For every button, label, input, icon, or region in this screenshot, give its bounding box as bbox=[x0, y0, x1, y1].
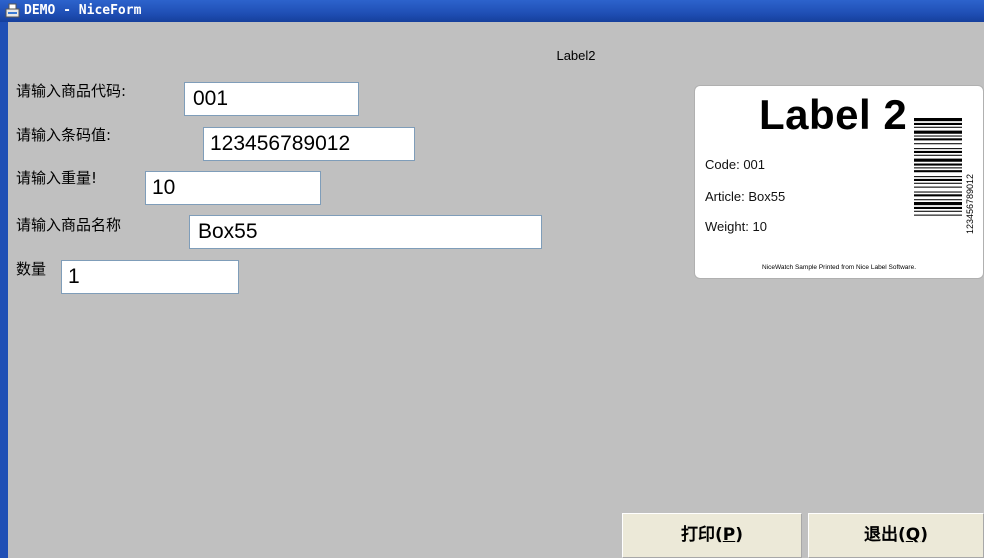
product-name-label: 请输入商品名称 bbox=[16, 216, 122, 234]
print-button-label-close: ) bbox=[735, 525, 744, 545]
product-code-input[interactable]: 001 bbox=[184, 82, 359, 116]
print-button[interactable]: 打印(P) bbox=[622, 513, 802, 558]
print-button-label: 打印( bbox=[680, 525, 723, 545]
barcode-bar bbox=[914, 178, 962, 181]
label-preview: Label 2 Code: 001 Article: Box55 Weight:… bbox=[695, 86, 983, 278]
barcode-bar bbox=[914, 167, 962, 169]
barcode-bar bbox=[914, 138, 962, 141]
label-preview-weight-value: 10 bbox=[752, 219, 767, 234]
barcode-bar bbox=[914, 118, 962, 122]
barcode-bar bbox=[914, 206, 962, 209]
barcode-value-input[interactable]: 123456789012 bbox=[203, 127, 415, 161]
print-button-hotkey: P bbox=[722, 525, 736, 545]
barcode-bar bbox=[914, 182, 962, 184]
window-left-edge bbox=[0, 22, 8, 558]
label-preview-weight-row: Weight: 10 bbox=[705, 219, 767, 234]
label-preview-title: Label 2 bbox=[759, 91, 908, 138]
title-bar[interactable]: DEMO - NiceForm bbox=[0, 0, 984, 22]
quantity-input[interactable]: 1 bbox=[61, 260, 239, 294]
barcode-bar bbox=[914, 163, 962, 166]
barcode-graphic bbox=[914, 118, 962, 216]
label-preview-code-key: Code: bbox=[705, 157, 740, 172]
barcode-bar bbox=[914, 199, 962, 201]
barcode-bar bbox=[914, 130, 962, 134]
barcode-bar bbox=[914, 158, 962, 162]
form-caption: Label2 bbox=[556, 48, 596, 63]
label-preview-article-value: Box55 bbox=[748, 189, 786, 204]
barcode-bar bbox=[914, 191, 962, 193]
barcode-bar bbox=[914, 214, 962, 216]
weight-label: 请输入重量! bbox=[16, 169, 98, 187]
window-title: DEMO - NiceForm bbox=[24, 3, 142, 18]
barcode-bar bbox=[914, 126, 962, 128]
exit-button-label-close: ) bbox=[920, 525, 928, 545]
label-preview-code-row: Code: 001 bbox=[705, 157, 765, 172]
label-preview-article-key: Article: bbox=[705, 189, 745, 204]
barcode-bar bbox=[914, 150, 962, 153]
quantity-label: 数量 bbox=[16, 260, 47, 278]
barcode-bar bbox=[914, 148, 962, 150]
barcode-bar bbox=[914, 143, 962, 145]
exit-button-hotkey: Q bbox=[905, 525, 921, 545]
barcode-bar bbox=[914, 154, 962, 156]
barcode-number-text: 123456789012 bbox=[965, 173, 975, 234]
app-icon bbox=[5, 3, 20, 18]
product-code-label: 请输入商品代码: bbox=[16, 82, 127, 100]
exit-button[interactable]: 退出(Q) bbox=[808, 513, 984, 558]
barcode-bar bbox=[914, 202, 962, 206]
barcode-value-label: 请输入条码值: bbox=[16, 126, 112, 144]
product-name-input[interactable]: Box55 bbox=[189, 215, 542, 249]
label-preview-code-value: 001 bbox=[743, 157, 766, 172]
barcode-bar bbox=[914, 194, 962, 197]
barcode-bar bbox=[914, 176, 962, 178]
exit-button-label: 退出( bbox=[863, 525, 906, 545]
barcode-bar bbox=[914, 122, 962, 125]
barcode-bar bbox=[914, 135, 962, 137]
weight-input[interactable]: 10 bbox=[145, 171, 321, 205]
label-preview-article-row: Article: Box55 bbox=[705, 189, 785, 204]
label-preview-weight-key: Weight: bbox=[705, 219, 749, 234]
label-preview-footer: NiceWatch Sample Printed from Nice Label… bbox=[761, 264, 917, 271]
barcode-bar bbox=[914, 210, 962, 212]
barcode-bar bbox=[914, 170, 962, 173]
barcode-number: 123456789012 bbox=[965, 156, 977, 236]
barcode-bar bbox=[914, 186, 962, 188]
